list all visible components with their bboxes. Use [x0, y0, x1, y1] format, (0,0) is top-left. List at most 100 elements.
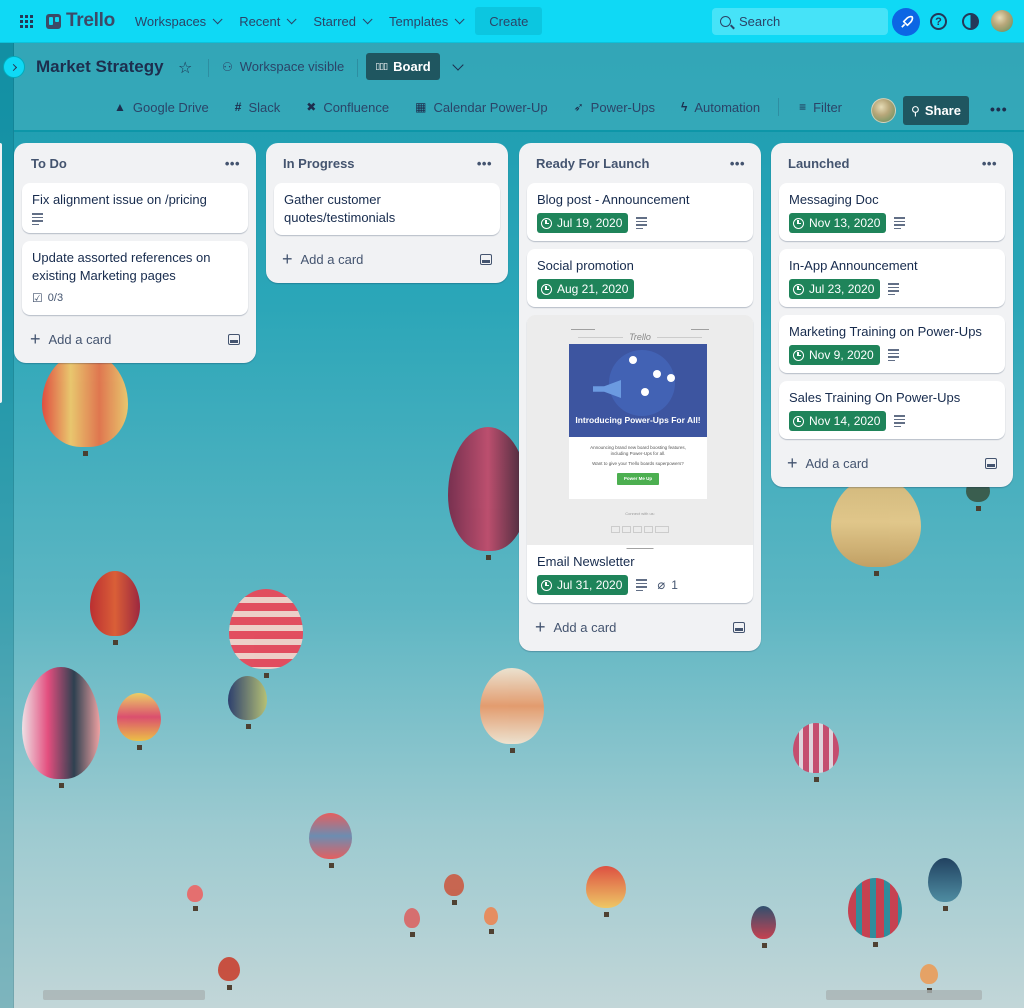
horizontal-scrollbar-track-right[interactable] — [826, 990, 982, 1000]
due-date-badge[interactable]: Nov 9, 2020 — [789, 345, 880, 365]
checklist-icon: ☑ — [32, 291, 43, 305]
list-more-icon[interactable]: ••• — [477, 156, 492, 171]
due-date: Aug 21, 2020 — [557, 282, 629, 296]
list-more-icon[interactable]: ••• — [225, 156, 240, 171]
due-date: Jul 31, 2020 — [557, 578, 623, 592]
add-card-button[interactable]: + Add a card — [787, 453, 868, 474]
balloon-decor — [848, 878, 902, 947]
horizontal-scrollbar-track-left[interactable] — [43, 990, 205, 1000]
due-date-badge[interactable]: Nov 13, 2020 — [789, 213, 887, 233]
templates-menu[interactable]: Templates — [379, 7, 471, 35]
slack-icon: # — [234, 100, 242, 114]
powerup-confluence[interactable]: ✖ Confluence — [306, 100, 389, 115]
list-title[interactable]: Launched — [788, 156, 849, 171]
powerup-google-drive[interactable]: ▲ Google Drive — [114, 100, 209, 115]
card-badges — [32, 213, 238, 225]
list-title[interactable]: To Do — [31, 156, 67, 171]
workspaces-menu[interactable]: Workspaces — [125, 7, 229, 35]
list-title[interactable]: Ready For Launch — [536, 156, 649, 171]
expand-sidebar-button[interactable] — [3, 56, 25, 78]
create-button[interactable]: Create — [475, 7, 543, 35]
balloon-decor — [920, 964, 938, 993]
card-badges: Jul 19, 2020 — [537, 213, 743, 233]
filter-button[interactable]: ≡ Filter — [799, 100, 842, 115]
visibility-button[interactable]: ⚇ Workspace visible — [222, 59, 344, 74]
board-view-button[interactable]: ▯▯▯ Board — [366, 53, 440, 80]
card[interactable]: Sales Training On Power-Ups Nov 14, 2020 — [779, 381, 1005, 439]
cover-headline: Introducing Power-Ups For All! — [575, 415, 701, 425]
visibility-label: Workspace visible — [239, 59, 345, 74]
create-from-template-icon[interactable] — [733, 621, 745, 633]
card-badges: ☑ 0/3 — [32, 289, 238, 307]
star-icon[interactable]: ☆ — [178, 58, 192, 78]
due-date-badge[interactable]: Aug 21, 2020 — [537, 279, 635, 299]
add-card-button[interactable]: + Add a card — [30, 329, 111, 350]
board-view-icon: ▯▯▯ — [375, 61, 388, 71]
card[interactable]: Social promotion Aug 21, 2020 — [527, 249, 753, 307]
rocket-icon — [900, 15, 913, 28]
lightning-icon: ϟ — [680, 100, 688, 114]
filter-icon: ≡ — [799, 100, 807, 114]
balloon-decor — [117, 693, 161, 750]
card[interactable]: In-App Announcement Jul 23, 2020 — [779, 249, 1005, 307]
powerups-button[interactable]: ➶ Power-Ups — [574, 100, 655, 115]
due-date: Jul 23, 2020 — [809, 282, 875, 296]
card-with-cover[interactable]: ▬▬▬▬▬▬▬▬ ▬▬▬▬▬▬ Trello Introducing Power-… — [527, 315, 753, 603]
board-title[interactable]: Market Strategy — [36, 57, 164, 77]
card[interactable]: Gather customer quotes/testimonials — [274, 183, 500, 235]
apps-switcher-button[interactable] — [12, 7, 40, 35]
card-title: Messaging Doc — [789, 192, 879, 207]
card-badges: Nov 13, 2020 — [789, 213, 995, 233]
due-date-badge[interactable]: Jul 19, 2020 — [537, 213, 629, 233]
balloon-decor — [309, 813, 352, 868]
add-card-button[interactable]: + Add a card — [282, 249, 363, 270]
board-menu-more-icon[interactable]: ••• — [990, 101, 1008, 117]
share-label: Share — [924, 103, 961, 118]
card-title: In-App Announcement — [789, 258, 918, 273]
create-from-template-icon[interactable] — [985, 457, 997, 469]
clock-icon — [541, 579, 552, 591]
list-more-icon[interactable]: ••• — [982, 156, 997, 171]
theme-toggle-icon[interactable] — [962, 13, 979, 30]
attachment-count: 1 — [671, 578, 678, 592]
card-title: Blog post - Announcement — [537, 192, 690, 207]
avatar[interactable] — [991, 10, 1013, 32]
powerup-label: Automation — [694, 99, 761, 115]
powerup-calendar[interactable]: ▦ Calendar Power-Up — [415, 100, 548, 115]
card-title: Gather customer quotes/testimonials — [284, 192, 396, 225]
due-date-badge[interactable]: Jul 23, 2020 — [789, 279, 881, 299]
card[interactable]: Messaging Doc Nov 13, 2020 — [779, 183, 1005, 241]
recent-menu[interactable]: Recent — [229, 7, 303, 35]
board-member-avatar[interactable] — [871, 98, 896, 123]
card[interactable]: Blog post - Announcement Jul 19, 2020 — [527, 183, 753, 241]
cover-dot — [667, 374, 675, 382]
balloon-decor — [928, 858, 962, 911]
description-icon — [636, 217, 648, 229]
view-switcher-chevron-icon[interactable] — [452, 59, 464, 71]
create-from-template-icon[interactable] — [480, 253, 492, 265]
share-button[interactable]: ⚲ Share — [903, 96, 969, 125]
help-icon[interactable]: ? — [930, 13, 947, 30]
create-from-template-icon[interactable] — [228, 333, 240, 345]
powerup-slack[interactable]: # Slack — [235, 100, 280, 115]
automation-button[interactable]: ϟ Automation — [681, 100, 760, 115]
cover-copyright: ▬▬▬▬▬▬▬▬▬ — [626, 546, 654, 550]
due-date-badge[interactable]: Nov 14, 2020 — [789, 411, 887, 431]
recent-label: Recent — [239, 13, 281, 29]
add-card-button[interactable]: + Add a card — [535, 617, 616, 638]
notifications-rocket-button[interactable] — [892, 8, 920, 36]
due-date-badge[interactable]: Jul 31, 2020 — [537, 575, 629, 595]
starred-menu[interactable]: Starred — [303, 7, 379, 35]
card[interactable]: Update assorted references on existing M… — [22, 241, 248, 315]
search-input[interactable]: Search — [712, 8, 888, 35]
chevron-right-icon — [9, 63, 17, 71]
trello-logo[interactable]: Trello — [46, 10, 115, 32]
list-more-icon[interactable]: ••• — [730, 156, 745, 171]
list-title[interactable]: In Progress — [283, 156, 355, 171]
add-card-row: + Add a card — [22, 323, 248, 355]
clock-icon — [541, 283, 552, 295]
card[interactable]: Fix alignment issue on /pricing — [22, 183, 248, 233]
card[interactable]: Marketing Training on Power-Ups Nov 9, 2… — [779, 315, 1005, 373]
people-icon: ⚇ — [222, 59, 233, 74]
calendar-icon: ▦ — [415, 100, 427, 114]
